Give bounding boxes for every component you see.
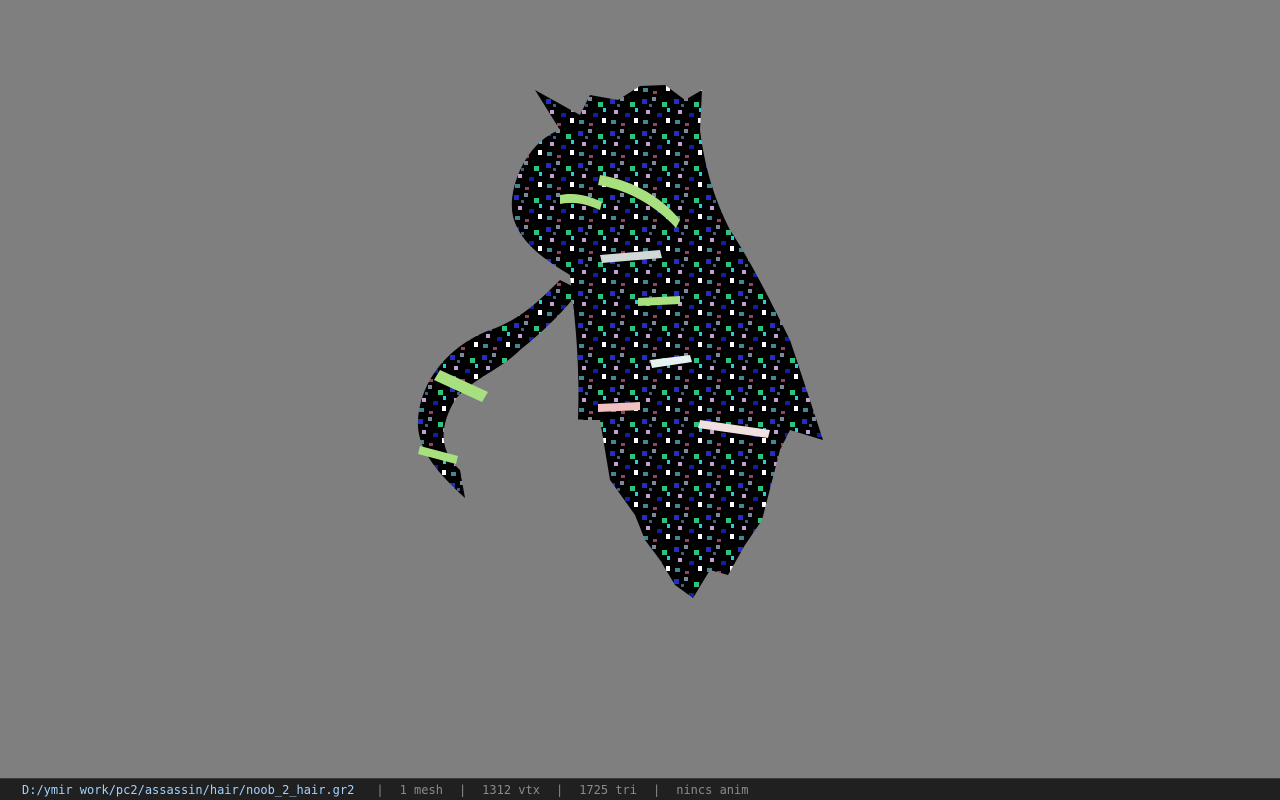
status-mesh-count: 1 mesh (399, 782, 443, 797)
status-vertex-count: 1312 vtx (482, 782, 540, 797)
3d-viewport[interactable] (0, 0, 1280, 778)
hair-main-body (511, 85, 823, 598)
hair-mesh-model[interactable] (0, 0, 1280, 778)
status-separator: | (555, 782, 564, 797)
status-bar: D:/ymir work/pc2/assassin/hair/noob_2_ha… (0, 778, 1280, 800)
status-triangle-count: 1725 tri (579, 782, 637, 797)
status-separator: | (458, 782, 467, 797)
status-file-path: D:/ymir work/pc2/assassin/hair/noob_2_ha… (22, 782, 355, 797)
status-separator: | (376, 782, 384, 797)
status-separator: | (653, 782, 661, 797)
status-animation-state: nincs anim (676, 782, 749, 797)
hair-left-strand (417, 280, 580, 498)
